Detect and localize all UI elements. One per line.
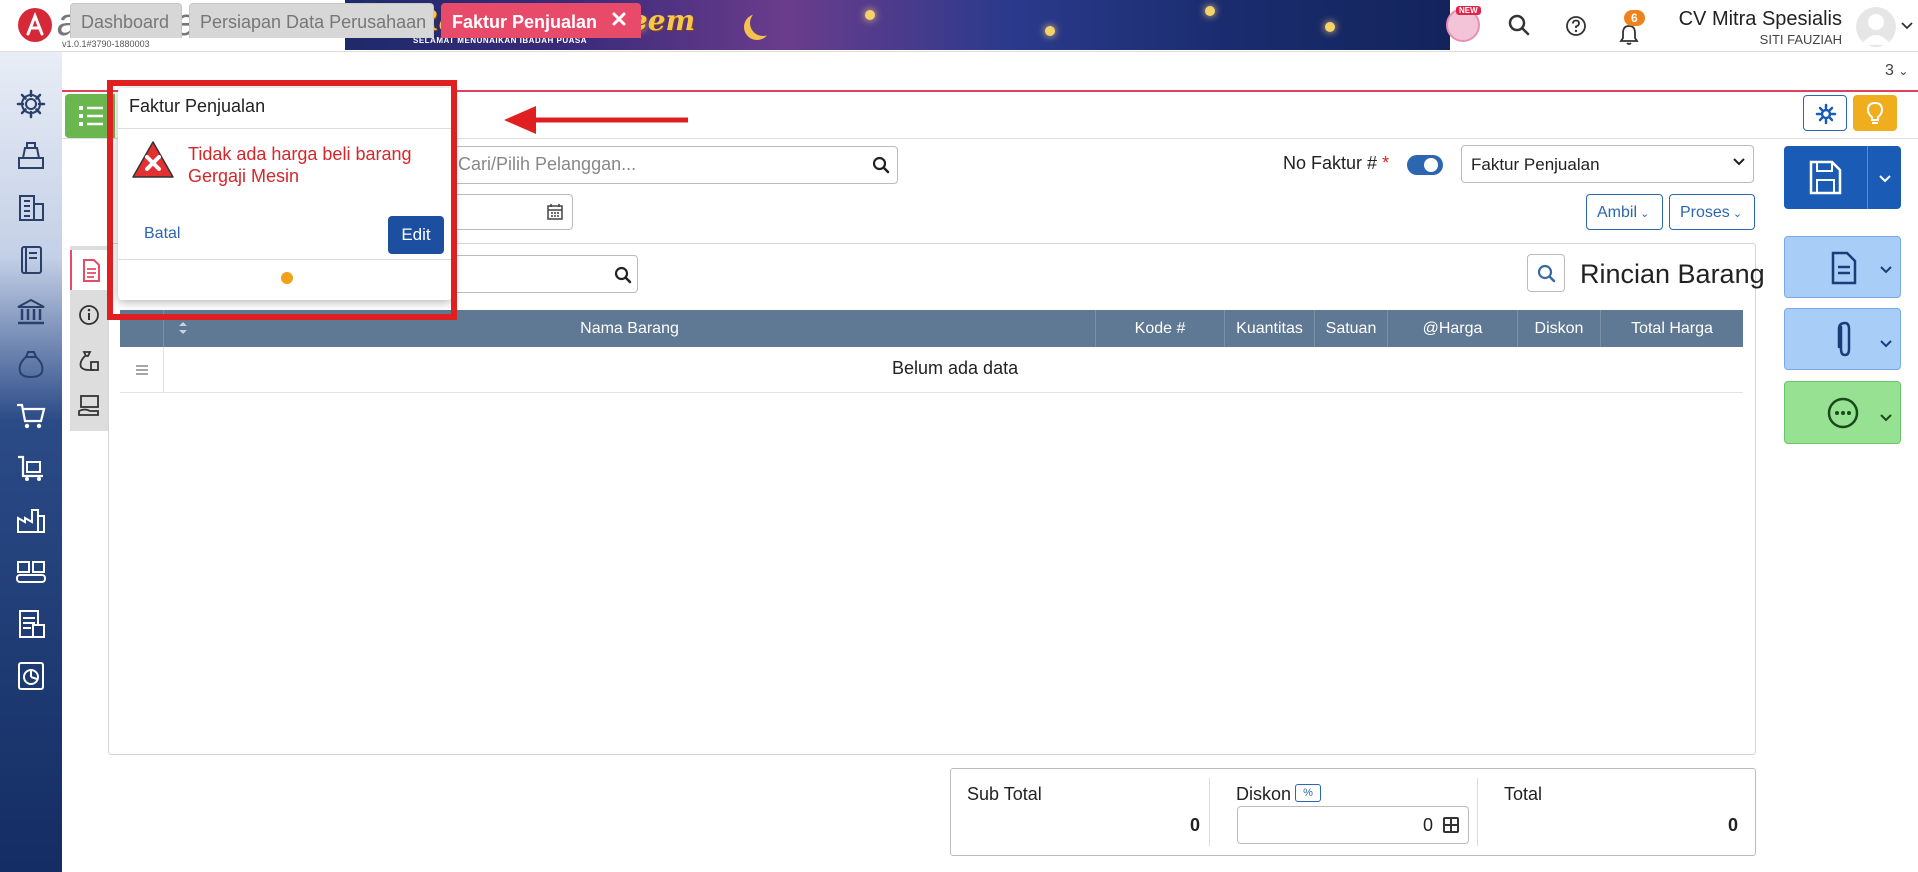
crescent-moon-icon bbox=[750, 10, 776, 36]
total-value: 0 bbox=[1727, 815, 1738, 835]
cost-tab-icon[interactable] bbox=[70, 340, 108, 380]
save-button[interactable] bbox=[1784, 146, 1901, 209]
search-icon[interactable] bbox=[614, 266, 632, 284]
column-header-satuan[interactable]: Satuan bbox=[1315, 310, 1388, 347]
chevron-down-icon[interactable] bbox=[1733, 158, 1745, 166]
document-tab-icon[interactable] bbox=[70, 250, 108, 290]
book-icon[interactable] bbox=[15, 244, 47, 276]
gear-icon[interactable] bbox=[15, 88, 47, 120]
sub-total-label: Sub Total bbox=[967, 784, 1042, 804]
calculator-icon[interactable] bbox=[1442, 816, 1460, 834]
tab-dashboard[interactable]: Dashboard bbox=[70, 3, 182, 38]
customer-search-placeholder: Cari/Pilih Pelanggan... bbox=[458, 154, 637, 174]
settings-button[interactable] bbox=[1803, 95, 1847, 131]
tab-label: Persiapan Data Perusahaan bbox=[200, 12, 427, 32]
sub-total-value: 0 bbox=[1189, 815, 1200, 835]
chevron-down-icon[interactable] bbox=[1901, 22, 1913, 30]
search-icon[interactable] bbox=[872, 156, 890, 174]
calendar-icon[interactable] bbox=[546, 203, 564, 221]
app-version: v1.0.1#3790-1880003 bbox=[62, 39, 150, 49]
popup-pointer bbox=[278, 58, 296, 72]
building-icon[interactable] bbox=[15, 192, 47, 224]
new-badge: NEW bbox=[1456, 6, 1481, 15]
accurate-logo-icon[interactable] bbox=[18, 8, 52, 42]
column-header-kuantitas[interactable]: Kuantitas bbox=[1225, 310, 1315, 347]
row-grip-icon[interactable] bbox=[120, 347, 164, 393]
item-search-input[interactable] bbox=[440, 255, 638, 293]
report-chart-icon[interactable] bbox=[15, 660, 47, 692]
shopping-cart-icon[interactable] bbox=[15, 400, 47, 432]
column-header-kode[interactable]: Kode # bbox=[1096, 310, 1225, 347]
rincian-barang-title: Rincian Barang bbox=[1580, 259, 1765, 289]
tab-persiapan-data-perusahaan[interactable]: Persiapan Data Perusahaan bbox=[189, 3, 434, 38]
no-faktur-label: No Faktur # * bbox=[1283, 153, 1390, 173]
info-tab-icon[interactable] bbox=[70, 295, 108, 335]
tab-counter[interactable]: 3 ⌄ bbox=[1885, 62, 1908, 80]
help-icon[interactable] bbox=[1565, 15, 1587, 37]
conveyor-icon[interactable] bbox=[15, 556, 47, 588]
column-header-harga[interactable]: @Harga bbox=[1388, 310, 1518, 347]
more-options-button[interactable] bbox=[1784, 381, 1901, 444]
column-header-total-harga[interactable]: Total Harga bbox=[1601, 310, 1743, 347]
diskon-percent-toggle[interactable]: % bbox=[1295, 784, 1321, 802]
highlight-box bbox=[107, 80, 457, 320]
ambil-button[interactable]: Ambil ⌄ bbox=[1586, 194, 1663, 230]
empty-table-message: Belum ada data bbox=[892, 358, 1019, 378]
delivery-cart-icon[interactable] bbox=[15, 452, 47, 484]
money-bag-icon[interactable] bbox=[15, 348, 47, 380]
rincian-search-button[interactable] bbox=[1527, 254, 1565, 292]
annotation-arrow bbox=[500, 100, 692, 140]
diskon-value: 0 bbox=[1422, 815, 1433, 835]
sort-icon[interactable] bbox=[178, 320, 188, 336]
tab-label: Faktur Penjualan bbox=[452, 12, 598, 32]
user-name: SITI FAUZIAH bbox=[1759, 32, 1842, 47]
proses-button[interactable]: Proses ⌄ bbox=[1669, 194, 1755, 230]
company-name[interactable]: CV Mitra Spesialis bbox=[1600, 8, 1842, 31]
total-label: Total bbox=[1504, 784, 1543, 804]
factory-icon[interactable] bbox=[15, 504, 47, 536]
main-sidebar bbox=[0, 52, 62, 872]
toggle-knob bbox=[1424, 158, 1438, 172]
tab-label: Dashboard bbox=[81, 12, 170, 32]
payment-tab-icon[interactable] bbox=[70, 385, 108, 425]
attachment-button[interactable] bbox=[1784, 308, 1901, 370]
cash-register-icon[interactable] bbox=[15, 140, 47, 172]
invoice-type-value: Faktur Penjualan bbox=[1471, 155, 1600, 174]
tips-button[interactable] bbox=[1853, 95, 1897, 131]
tax-document-icon[interactable] bbox=[15, 608, 47, 640]
search-icon[interactable] bbox=[1508, 14, 1530, 36]
column-header-diskon[interactable]: Diskon bbox=[1518, 310, 1601, 347]
bank-icon[interactable] bbox=[15, 296, 47, 328]
user-avatar[interactable] bbox=[1856, 7, 1896, 47]
close-icon[interactable] bbox=[611, 11, 627, 27]
document-menu-button[interactable] bbox=[1784, 236, 1901, 298]
diskon-label: Diskon bbox=[1236, 784, 1292, 804]
